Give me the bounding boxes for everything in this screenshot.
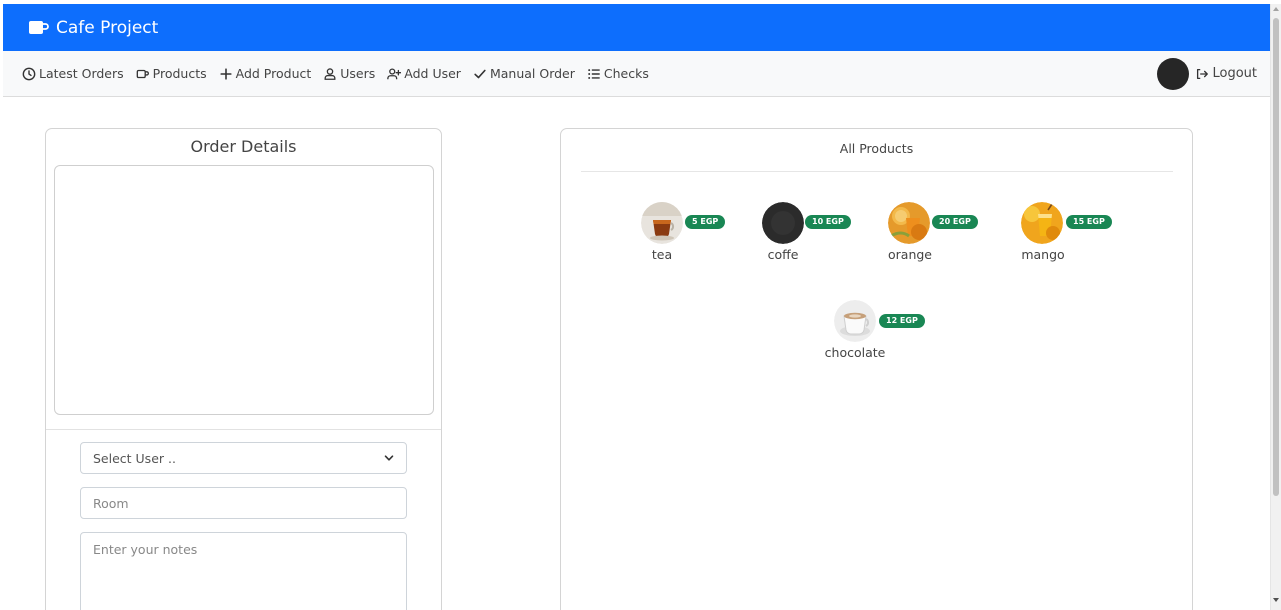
nav-manual-order-label: Manual Order <box>489 66 575 81</box>
scroll-thumb[interactable] <box>1273 18 1279 496</box>
nav-manual-order[interactable]: Manual Order <box>473 66 575 81</box>
clock-icon <box>22 67 36 80</box>
nav-users[interactable]: Users <box>323 66 375 81</box>
top-bar: Cafe Project <box>3 4 1270 51</box>
product-name: orange <box>888 247 932 262</box>
nav-users-label: Users <box>340 66 376 81</box>
nav-products[interactable]: Products <box>136 66 207 81</box>
nav-checks[interactable]: Checks <box>587 66 649 81</box>
nav-add-user-label: Add User <box>404 66 461 81</box>
user-select[interactable]: Select User .. <box>80 442 407 474</box>
products-divider <box>581 171 1173 172</box>
nav-latest-orders-label: Latest Orders <box>39 66 124 81</box>
order-details-title: Order Details <box>190 137 297 156</box>
brand-link[interactable]: Cafe Project <box>29 18 158 38</box>
plus-icon <box>220 67 232 80</box>
nav-links: Latest Orders Products Add Product Users… <box>22 66 661 81</box>
product-name: coffe <box>767 247 799 262</box>
scroll-down-arrow-icon[interactable] <box>1273 598 1279 602</box>
product-name: mango <box>1021 247 1065 262</box>
nav-checks-label: Checks <box>603 66 649 81</box>
main-nav: Latest Orders Products Add Product Users… <box>3 51 1270 97</box>
nav-products-label: Products <box>152 66 207 81</box>
price-badge: 12 EGP <box>879 314 925 328</box>
user-icon <box>324 67 336 80</box>
price-badge: 15 EGP <box>1066 215 1112 229</box>
price-badge: 10 EGP <box>805 215 851 229</box>
order-items-box <box>54 165 434 415</box>
cup-icon <box>29 20 49 34</box>
all-products-title: All Products <box>839 141 914 156</box>
mango-image <box>1021 202 1063 244</box>
notes-textarea[interactable]: Enter your notes <box>80 532 407 610</box>
logout-button[interactable]: Logout <box>1195 66 1257 81</box>
nav-add-user[interactable]: Add User <box>387 66 461 81</box>
order-details-card: Order Details Select User .. Room Enter … <box>45 128 442 610</box>
all-products-card: All Products 5 EGP tea 10 EGP coffe 20 E… <box>560 128 1193 610</box>
tea-image <box>641 202 683 244</box>
notes-placeholder: Enter your notes <box>93 542 198 557</box>
chocolate-image <box>834 300 876 342</box>
avatar[interactable] <box>1157 57 1190 90</box>
price-badge: 20 EGP <box>932 215 978 229</box>
product-name: tea <box>651 247 673 262</box>
nav-add-product-label: Add Product <box>235 66 312 81</box>
coffe-image <box>762 202 804 244</box>
app-title: Cafe Project <box>56 17 159 38</box>
user-plus-icon <box>387 67 402 79</box>
page-scrollbar[interactable] <box>1270 4 1281 610</box>
order-divider <box>46 429 441 430</box>
room-placeholder: Room <box>93 495 129 511</box>
chevron-down-icon <box>384 455 394 461</box>
room-input[interactable]: Room <box>80 487 407 519</box>
logout-label: Logout <box>1212 66 1257 81</box>
nav-add-product[interactable]: Add Product <box>219 66 312 81</box>
scroll-up-arrow-icon[interactable] <box>1273 7 1279 11</box>
price-badge: 5 EGP <box>685 215 726 229</box>
nav-right: Logout <box>1157 57 1257 90</box>
nav-latest-orders[interactable]: Latest Orders <box>22 66 124 81</box>
cup-icon <box>136 69 149 78</box>
check-icon <box>474 69 486 78</box>
logout-icon <box>1197 68 1209 79</box>
list-icon <box>588 68 600 79</box>
product-name: chocolate <box>824 345 886 360</box>
user-select-value: Select User .. <box>93 450 176 466</box>
orange-image <box>888 202 930 244</box>
